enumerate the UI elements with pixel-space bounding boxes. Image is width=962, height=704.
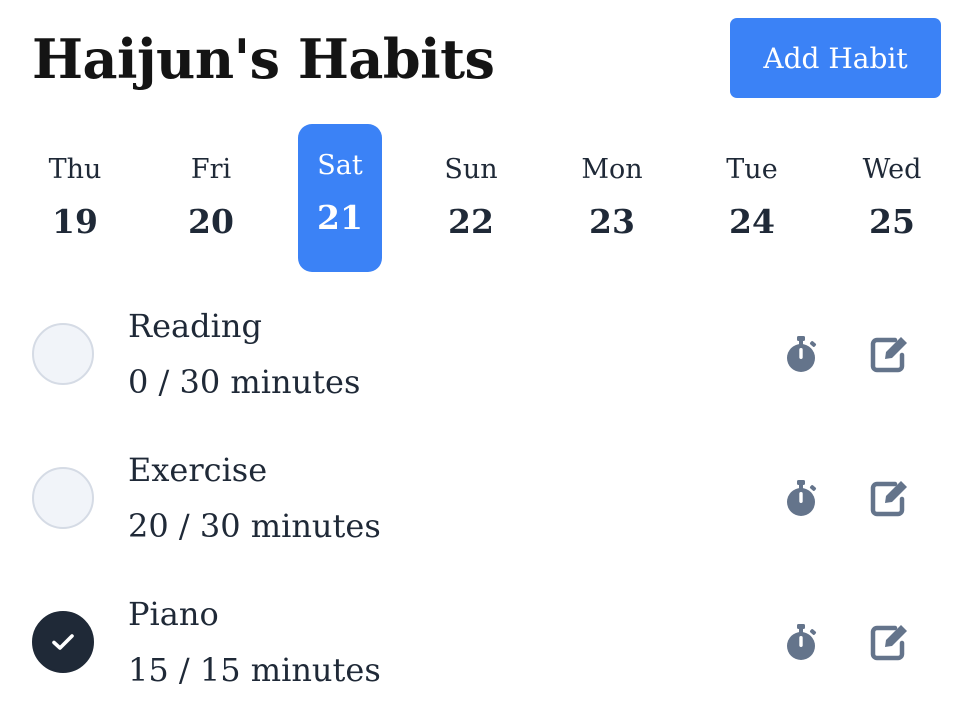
edit-icon[interactable] <box>868 476 912 520</box>
habit-progress: 0 / 30 minutes <box>128 363 361 401</box>
habit-row-exercise: Exercise 20 / 30 minutes <box>0 434 962 564</box>
day-number: 19 <box>52 202 98 241</box>
day-of-week: Wed <box>862 154 922 185</box>
day-number: 22 <box>448 202 494 241</box>
day-number: 21 <box>317 198 363 237</box>
habit-progress: 20 / 30 minutes <box>128 507 381 545</box>
edit-icon[interactable] <box>868 332 912 376</box>
day-of-week: Thu <box>48 154 102 185</box>
habit-name: Reading <box>128 307 262 345</box>
habit-row-piano: Piano 15 / 15 minutes <box>0 578 962 704</box>
complete-toggle[interactable] <box>32 323 94 385</box>
stopwatch-icon[interactable] <box>779 620 823 664</box>
day-of-week: Fri <box>190 154 232 185</box>
day-of-week: Tue <box>726 154 778 185</box>
habits-page: Haijun's Habits Add Habit Thu 19 Fri 20 … <box>0 0 962 704</box>
day-sat-selected[interactable]: Sat 21 <box>298 124 382 272</box>
day-sun[interactable]: Sun 22 <box>429 124 513 272</box>
day-mon[interactable]: Mon 23 <box>570 124 654 272</box>
day-of-week: Mon <box>581 154 643 185</box>
habit-row-reading: Reading 0 / 30 minutes <box>0 290 962 420</box>
habit-name: Piano <box>128 595 219 633</box>
day-wed[interactable]: Wed 25 <box>850 124 934 272</box>
day-tue[interactable]: Tue 24 <box>710 124 794 272</box>
day-number: 25 <box>869 202 915 241</box>
day-of-week: Sat <box>317 150 363 181</box>
habit-progress: 15 / 15 minutes <box>128 651 381 689</box>
day-thu[interactable]: Thu 19 <box>33 124 117 272</box>
day-number: 23 <box>589 202 635 241</box>
complete-toggle[interactable] <box>32 467 94 529</box>
complete-toggle-checked[interactable] <box>32 611 94 673</box>
day-fri[interactable]: Fri 20 <box>169 124 253 272</box>
stopwatch-icon[interactable] <box>779 476 823 520</box>
day-of-week: Sun <box>444 154 498 185</box>
add-habit-button[interactable]: Add Habit <box>730 18 941 98</box>
page-title: Haijun's Habits <box>32 27 495 91</box>
checkmark-icon <box>52 634 74 650</box>
day-number: 24 <box>729 202 775 241</box>
habit-name: Exercise <box>128 451 268 489</box>
day-number: 20 <box>188 202 234 241</box>
edit-icon[interactable] <box>868 620 912 664</box>
stopwatch-icon[interactable] <box>779 332 823 376</box>
